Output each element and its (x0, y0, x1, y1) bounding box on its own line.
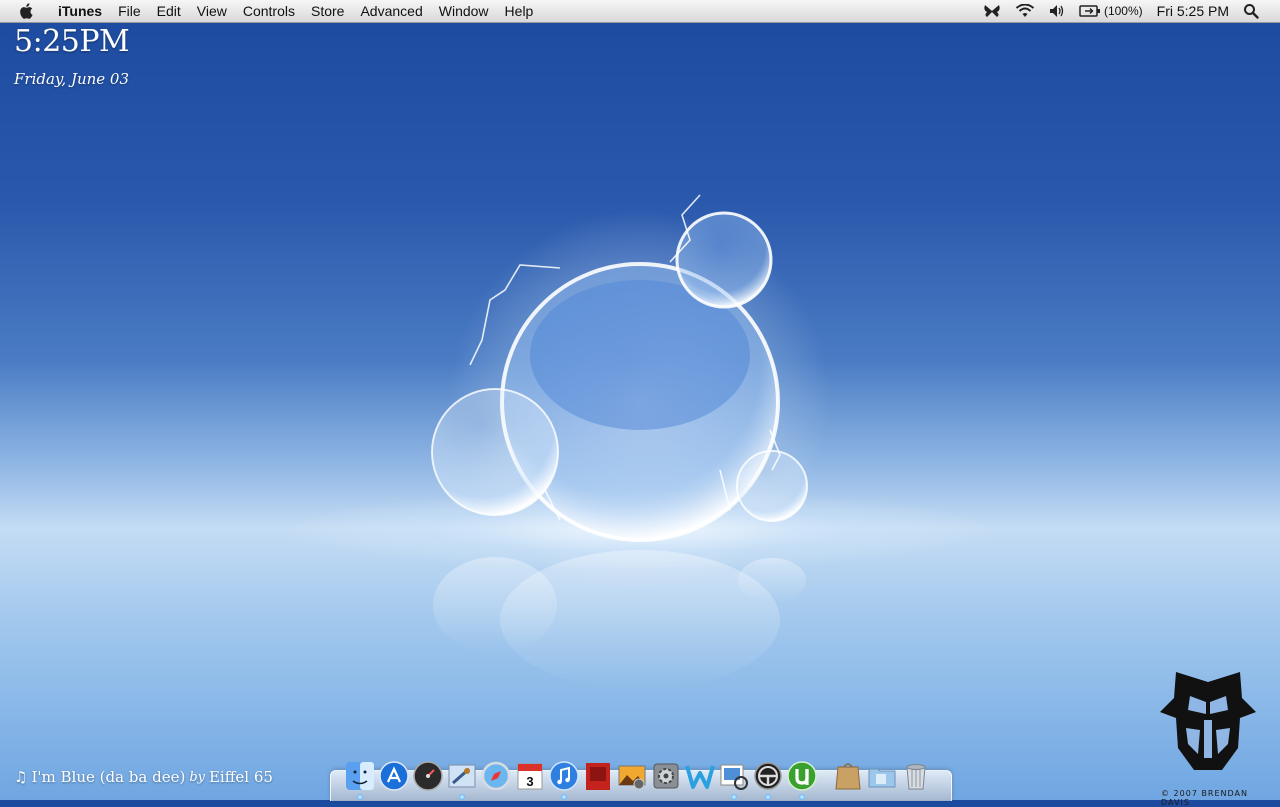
running-indicator (459, 794, 465, 800)
menu-advanced[interactable]: Advanced (352, 0, 430, 22)
menu-bar-extras: (100%) Fri 5:25 PM (976, 0, 1280, 22)
volume-icon[interactable] (1042, 0, 1072, 22)
now-playing-by: by (189, 769, 205, 785)
menu-app-itunes[interactable]: iTunes (50, 0, 110, 22)
menu-controls[interactable]: Controls (235, 0, 303, 22)
menu-bar-left: iTunes File Edit View Controls Store Adv… (0, 0, 541, 22)
preview-icon[interactable] (718, 760, 750, 800)
menu-view[interactable]: View (189, 0, 235, 22)
downloads-icon[interactable] (832, 760, 864, 792)
spotlight-icon[interactable] (1236, 0, 1266, 22)
svg-text:3: 3 (526, 774, 533, 789)
running-indicator (765, 794, 771, 800)
documents-icon[interactable] (866, 760, 898, 792)
battery-status[interactable]: (100%) (1072, 0, 1150, 22)
autobot-logo (1160, 672, 1256, 770)
trash-icon[interactable] (900, 760, 932, 792)
now-playing-artist: Eiffel 65 (208, 768, 273, 786)
ical-icon[interactable]: 3 (514, 760, 546, 792)
steering-wheel-icon[interactable] (752, 760, 784, 800)
running-indicator (731, 794, 737, 800)
menu-edit[interactable]: Edit (149, 0, 189, 22)
music-note-icon: ♫ (14, 768, 28, 786)
dock-separator (820, 760, 830, 792)
system-preferences-icon[interactable] (650, 760, 682, 792)
butterfly-menu-icon[interactable] (976, 0, 1008, 22)
menu-bar: iTunes File Edit View Controls Store Adv… (0, 0, 1280, 23)
now-playing-title: I'm Blue (da ba dee) (31, 768, 186, 786)
copyright-text: © 2007 BRENDAN DAVIS (1161, 789, 1249, 807)
dashboard-icon[interactable] (412, 760, 444, 792)
running-indicator (561, 794, 567, 800)
menu-file[interactable]: File (110, 0, 149, 22)
desktop-clock-date: Friday, June 03 (14, 70, 130, 88)
menu-store[interactable]: Store (303, 0, 352, 22)
word-icon[interactable] (684, 760, 716, 792)
now-playing-widget: ♫ I'm Blue (da ba dee) by Eiffel 65 (14, 768, 273, 786)
battery-icon (1079, 5, 1100, 17)
iphoto-icon[interactable] (616, 760, 648, 792)
mail-icon[interactable] (446, 760, 478, 800)
app-store-icon[interactable] (378, 760, 410, 792)
desktop-clock-time: 5:25PM (14, 24, 130, 59)
photo-booth-icon[interactable] (582, 760, 614, 792)
wifi-icon[interactable] (1008, 0, 1042, 22)
dock: 3 (344, 752, 932, 800)
battery-percent: (100%) (1103, 4, 1143, 18)
apple-menu-icon[interactable] (16, 2, 38, 20)
menu-help[interactable]: Help (497, 0, 542, 22)
finder-icon[interactable] (344, 760, 376, 800)
menu-window[interactable]: Window (431, 0, 497, 22)
menu-clock[interactable]: Fri 5:25 PM (1150, 0, 1236, 22)
bubbles-wallpaper-art (280, 194, 1000, 690)
itunes-icon[interactable] (548, 760, 580, 800)
safari-icon[interactable] (480, 760, 512, 792)
utorrent-icon[interactable] (786, 760, 818, 800)
running-indicator (799, 794, 805, 800)
running-indicator (357, 794, 363, 800)
